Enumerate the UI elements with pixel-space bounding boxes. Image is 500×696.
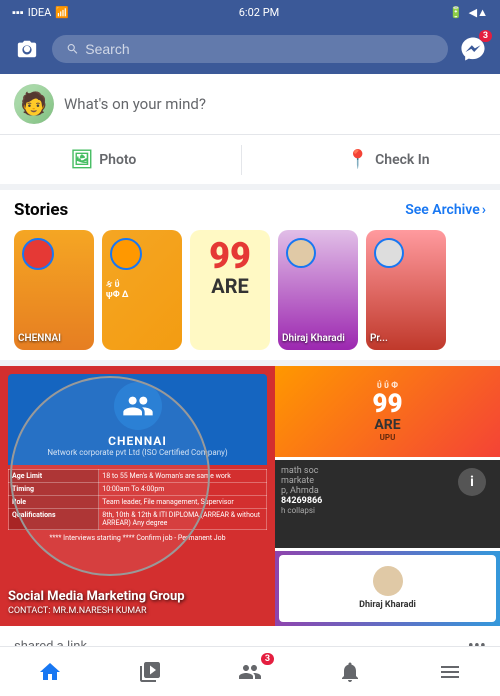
nav-friends[interactable]: 3: [220, 647, 280, 696]
content-area: 🧑 What's on your mind? 🖼 Photo 📍 Check I…: [0, 74, 500, 646]
timing-value: 10:00am To 4:00pm: [99, 483, 267, 496]
story-card-4[interactable]: Dhiraj Kharadi: [278, 230, 358, 350]
camera-button[interactable]: [10, 32, 44, 66]
qualifications-value: 8th, 10th & 12th & ITI DIPLOMA (ARREAR &…: [99, 509, 267, 530]
signal-dots: ◀▲: [469, 6, 488, 19]
story-number: 99: [198, 238, 262, 274]
age-limit-label: Age Limit: [9, 470, 99, 483]
dhiraj-name: Dhiraj Kharadi: [359, 600, 416, 610]
story-are: ARE: [198, 274, 262, 298]
search-input[interactable]: [85, 41, 434, 57]
see-archive-button[interactable]: See Archive ›: [405, 202, 486, 218]
time-label: 6:02 PM: [239, 6, 279, 19]
chevron-right-icon: ›: [482, 202, 486, 218]
group-icon: [114, 382, 162, 430]
qualifications-label: Qualifications: [9, 509, 99, 530]
nav-watch[interactable]: [120, 647, 180, 696]
status-bar: ▪▪▪ IDEA 📶 6:02 PM 🔋 ◀▲: [0, 0, 500, 24]
chennai-company: Network corporate pvt Ltd (ISO Certified…: [12, 448, 263, 457]
info-icon[interactable]: i: [458, 468, 486, 496]
see-archive-label: See Archive: [405, 202, 480, 218]
story-card-5[interactable]: Pr...: [366, 230, 446, 350]
stories-section: Stories See Archive › CHENNAI ક ΰψΦ Δ 99: [0, 190, 500, 360]
wifi-icon: 📶: [55, 6, 69, 19]
messenger-button[interactable]: 3: [456, 32, 490, 66]
photo-button[interactable]: 🖼 Photo: [54, 143, 152, 176]
nav-notifications[interactable]: [320, 647, 380, 696]
more-options-button[interactable]: •••: [468, 636, 486, 646]
signal-icon: ▪▪▪: [12, 6, 24, 19]
post-title-overlay: Social Media Marketing Group CONTACT: MR…: [8, 589, 185, 616]
bottom-nav: 3: [0, 646, 500, 696]
whats-on-mind-bar[interactable]: 🧑 What's on your mind?: [0, 74, 500, 135]
story-avatar-1: [22, 238, 54, 270]
checkin-icon: 📍: [347, 149, 369, 170]
mind-placeholder[interactable]: What's on your mind?: [64, 95, 206, 113]
status-left: ▪▪▪ IDEA 📶: [12, 6, 69, 19]
timing-label: Timing: [9, 483, 99, 496]
right-post-top: ΰ ΰ Φ 99 ARE UPU: [275, 366, 500, 457]
photo-icon: 🖼: [70, 149, 93, 170]
chennai-header: CHENNAI Network corporate pvt Ltd (ISO C…: [8, 374, 267, 465]
story-card-1[interactable]: CHENNAI: [14, 230, 94, 350]
right-post-bottom: Dhiraj Kharadi: [275, 551, 500, 626]
messenger-badge: 3: [479, 30, 492, 42]
group-name: Social Media Marketing Group: [8, 589, 185, 604]
story-card-3[interactable]: 99 ARE: [190, 230, 270, 350]
age-limit-value: 18 to 55 Men's & Woman's are same work: [99, 470, 267, 483]
nav-home[interactable]: [20, 647, 80, 696]
info-icon-container[interactable]: i: [458, 468, 486, 496]
role-value: Team leader, File management, Supervisor: [99, 496, 267, 509]
status-right: 🔋 ◀▲: [449, 6, 488, 19]
right-posts: ΰ ΰ Φ 99 ARE UPU math soc markate p, Ahm…: [275, 366, 500, 626]
stories-title: Stories: [14, 200, 68, 220]
search-bar[interactable]: [52, 35, 448, 63]
carrier-label: IDEA: [28, 6, 52, 19]
avatar-image: 🧑: [14, 84, 54, 124]
story-name-4: Dhiraj Kharadi: [282, 333, 354, 344]
photo-label: Photo: [99, 152, 136, 168]
story-card-2[interactable]: ક ΰψΦ Δ: [102, 230, 182, 350]
friends-badge: 3: [261, 653, 274, 665]
dhiraj-card: Dhiraj Kharadi: [279, 555, 496, 622]
post-image-container: CHENNAI Network corporate pvt Ltd (ISO C…: [0, 366, 500, 626]
chennai-footer: **** Interviews starting **** Confirm jo…: [8, 534, 267, 542]
header: 3: [0, 24, 500, 74]
contact-info: CONTACT: MR.M.NARESH KUMAR: [8, 606, 185, 616]
shared-text: shared a link.: [14, 639, 91, 646]
role-label: Role: [9, 496, 99, 509]
action-row: 🖼 Photo 📍 Check In: [0, 135, 500, 190]
story-name-1: CHENNAI: [18, 333, 90, 344]
stories-header: Stories See Archive ›: [14, 200, 486, 220]
chennai-title: CHENNAI: [12, 434, 263, 448]
nav-menu[interactable]: [420, 647, 480, 696]
stories-row: CHENNAI ક ΰψΦ Δ 99 ARE Dhiraj Kharadi: [14, 230, 486, 350]
dhiraj-avatar: [373, 566, 403, 596]
chennai-table: Age Limit 18 to 55 Men's & Woman's are s…: [8, 469, 267, 530]
checkin-button[interactable]: 📍 Check In: [331, 143, 446, 176]
checkin-label: Check In: [375, 152, 430, 168]
main-post: CHENNAI Network corporate pvt Ltd (ISO C…: [0, 366, 500, 646]
chennai-post: CHENNAI Network corporate pvt Ltd (ISO C…: [0, 366, 275, 626]
post-meta: shared a link. •••: [0, 626, 500, 646]
story-avatar-2: [110, 238, 142, 270]
battery-icon: 🔋: [449, 6, 463, 19]
user-avatar: 🧑: [14, 84, 54, 124]
story-name-5: Pr...: [370, 333, 442, 344]
